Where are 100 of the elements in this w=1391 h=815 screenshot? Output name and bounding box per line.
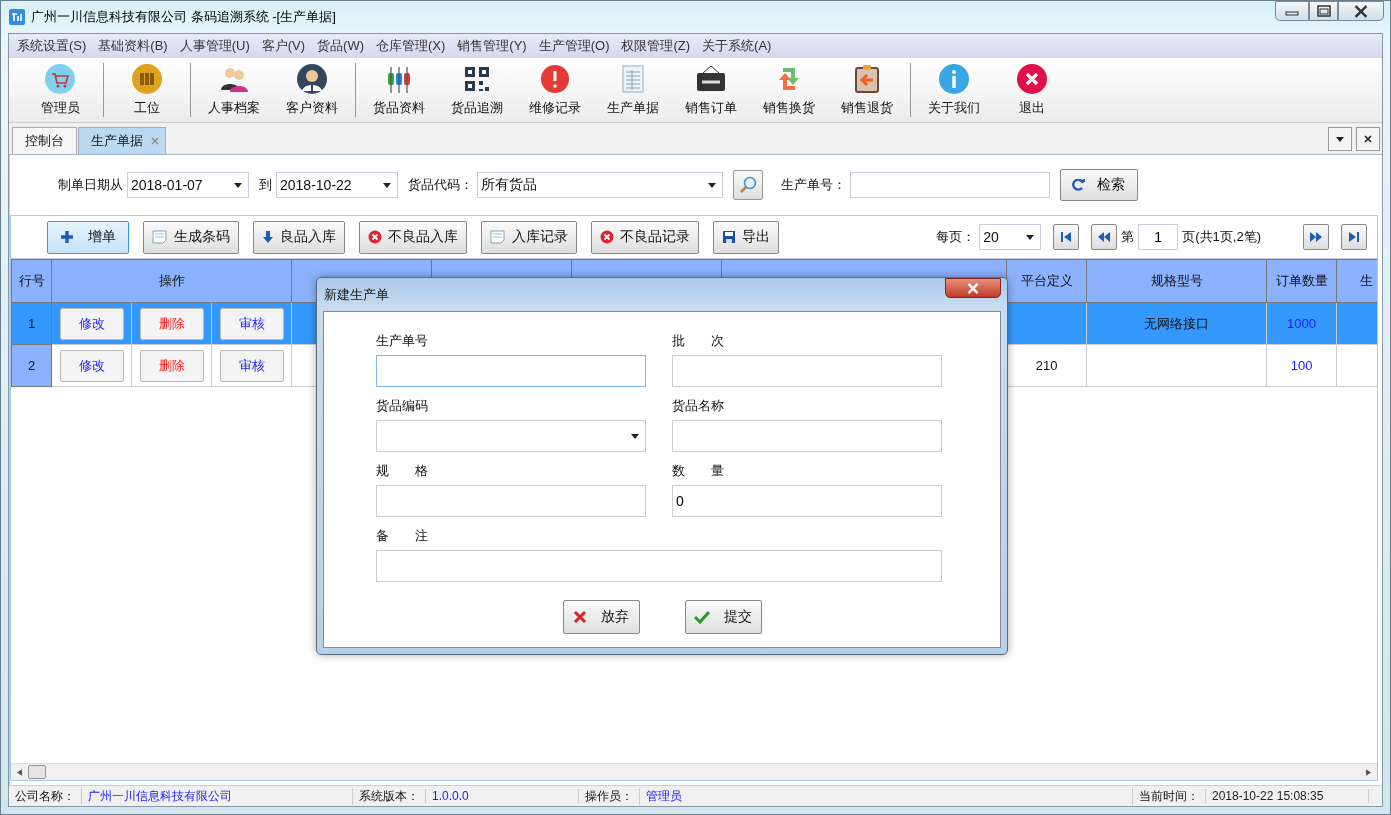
toolbar-button[interactable]: 退出 bbox=[993, 60, 1071, 120]
status-label: 操作员： bbox=[584, 787, 634, 805]
field-label: 货品编码 bbox=[376, 397, 429, 415]
status-value: 管理员 bbox=[639, 787, 1133, 805]
search-button[interactable] bbox=[733, 170, 763, 200]
table-cell: 1000 bbox=[1266, 302, 1337, 345]
input-field[interactable]: 0 bbox=[672, 485, 942, 517]
close-icon bbox=[966, 282, 980, 294]
toolbar-button[interactable]: 销售订单 bbox=[672, 60, 750, 120]
menu-item[interactable]: 权限管理(Z) bbox=[615, 37, 697, 55]
action-button[interactable]: 入库记录 bbox=[481, 220, 577, 254]
toolbar-button[interactable]: 生产单据 bbox=[594, 60, 672, 120]
info-icon bbox=[938, 63, 970, 95]
toolbar-button[interactable]: 维修记录 bbox=[516, 60, 594, 120]
goods-code-dropdown[interactable]: 所有货品 bbox=[477, 172, 723, 198]
action-button[interactable]: 不良品记录 bbox=[591, 220, 699, 254]
menu-item[interactable]: 人事管理(U) bbox=[173, 37, 256, 55]
tab[interactable]: 控制台 bbox=[12, 127, 77, 154]
toolbar-button[interactable]: 货品追溯 bbox=[438, 60, 516, 120]
close-icon bbox=[1016, 63, 1048, 95]
dropdown-field[interactable] bbox=[376, 420, 646, 452]
toolbar-button[interactable]: 销售退货 bbox=[828, 60, 906, 120]
first-page-button[interactable] bbox=[1053, 224, 1080, 250]
next-page-button[interactable] bbox=[1303, 224, 1329, 250]
status-value: 广州一川信息科技有限公司 bbox=[81, 787, 353, 805]
row-button[interactable]: 删除 bbox=[139, 349, 204, 382]
last-page-button[interactable] bbox=[1341, 224, 1367, 250]
toolbar-button[interactable]: 客户资料 bbox=[273, 60, 351, 120]
menu-item[interactable]: 关于系统(A) bbox=[696, 37, 778, 55]
status-value: 1.0.0.0 bbox=[425, 789, 579, 803]
menu-item[interactable]: 仓库管理(X) bbox=[370, 37, 452, 55]
input-field[interactable] bbox=[376, 485, 646, 517]
date-from-label: 制单日期从 bbox=[58, 176, 123, 194]
close-button[interactable] bbox=[1356, 127, 1380, 151]
status-label: 系统版本： bbox=[358, 787, 420, 805]
scroll-left-icon[interactable] bbox=[17, 768, 22, 776]
page-field[interactable]: 1 bbox=[1138, 224, 1179, 250]
query-button[interactable]: 检索 bbox=[1060, 169, 1138, 201]
menu-item[interactable]: 客户(V) bbox=[255, 37, 312, 55]
tab[interactable]: 生产单据 bbox=[78, 127, 166, 154]
toolbar-button[interactable]: 货品资料 bbox=[360, 60, 438, 120]
row-button[interactable]: 审核 bbox=[219, 349, 284, 382]
action-button[interactable]: 不良品入库 bbox=[359, 220, 467, 254]
input-field[interactable] bbox=[376, 355, 646, 387]
barcode-icon bbox=[131, 63, 163, 95]
menu-item[interactable]: 生产管理(O) bbox=[532, 37, 616, 55]
maximize-button[interactable] bbox=[1309, 1, 1338, 21]
column-header: 订单数量 bbox=[1266, 259, 1337, 303]
toolbar-button[interactable]: 人事档案 bbox=[195, 60, 273, 120]
close-button[interactable] bbox=[1338, 1, 1384, 21]
input-field[interactable] bbox=[672, 420, 942, 452]
toolbar-button[interactable]: 关于我们 bbox=[915, 60, 993, 120]
caret-icon bbox=[1026, 234, 1035, 240]
date-from-picker[interactable]: 2018-01-07 bbox=[127, 172, 249, 198]
action-button[interactable]: 良品入库 bbox=[253, 220, 345, 254]
column-header: 规格型号 bbox=[1086, 259, 1267, 303]
toolbar-button[interactable]: 销售换货 bbox=[750, 60, 828, 120]
cross-icon bbox=[573, 610, 587, 624]
action-button[interactable]: 生成条码 bbox=[143, 220, 239, 254]
cancel-button[interactable]: 放弃 bbox=[562, 600, 640, 634]
dropdown-button[interactable] bbox=[1328, 127, 1352, 151]
row-button[interactable]: 审核 bbox=[219, 307, 284, 340]
toolbar-button[interactable]: 工位 bbox=[108, 60, 186, 120]
maximize-icon bbox=[1316, 5, 1331, 17]
menu-item[interactable]: 销售管理(Y) bbox=[451, 37, 533, 55]
menu-item[interactable]: 货品(W) bbox=[311, 37, 370, 55]
column-header: 操作 bbox=[51, 259, 292, 303]
order-number-field[interactable] bbox=[850, 172, 1050, 198]
previous-page-icon bbox=[1097, 231, 1112, 243]
action-button[interactable]: 导出 bbox=[713, 220, 779, 254]
scroll-right-icon[interactable] bbox=[1366, 768, 1371, 776]
date-to-picker[interactable]: 2018-10-22 bbox=[276, 172, 398, 198]
field-label: 备 注 bbox=[376, 527, 429, 545]
action-button[interactable]: 增单 bbox=[47, 220, 129, 254]
menu-item[interactable]: 系统设置(S) bbox=[11, 37, 93, 55]
per-page-label: 每页： bbox=[936, 228, 976, 246]
first-page-icon bbox=[1060, 231, 1073, 243]
scrollbar-thumb[interactable] bbox=[28, 765, 46, 779]
save-icon bbox=[722, 230, 736, 244]
close-icon[interactable] bbox=[151, 137, 159, 145]
alert-icon bbox=[539, 63, 571, 95]
row-button[interactable]: 删除 bbox=[139, 307, 204, 340]
row-button[interactable]: 修改 bbox=[59, 307, 124, 340]
minimize-button[interactable] bbox=[1275, 1, 1309, 21]
horizontal-scrollbar[interactable] bbox=[11, 763, 1377, 780]
menu-item[interactable]: 基础资料(B) bbox=[92, 37, 174, 55]
submit-button[interactable]: 提交 bbox=[684, 600, 762, 634]
table-cell: 100 bbox=[1266, 344, 1337, 387]
error-icon bbox=[600, 230, 614, 244]
column-header: 行号 bbox=[11, 259, 52, 303]
close-button[interactable] bbox=[945, 278, 1001, 298]
input-field[interactable] bbox=[376, 550, 942, 582]
order-number-label: 生产单号： bbox=[781, 176, 846, 194]
previous-page-button[interactable] bbox=[1091, 224, 1118, 250]
input-field[interactable] bbox=[672, 355, 942, 387]
per-page-dropdown[interactable]: 20 bbox=[979, 224, 1042, 250]
row-button[interactable]: 修改 bbox=[59, 349, 124, 382]
toolbar-button[interactable]: 管理员 bbox=[21, 60, 99, 120]
close-icon bbox=[1364, 135, 1372, 143]
error-icon bbox=[368, 230, 382, 244]
